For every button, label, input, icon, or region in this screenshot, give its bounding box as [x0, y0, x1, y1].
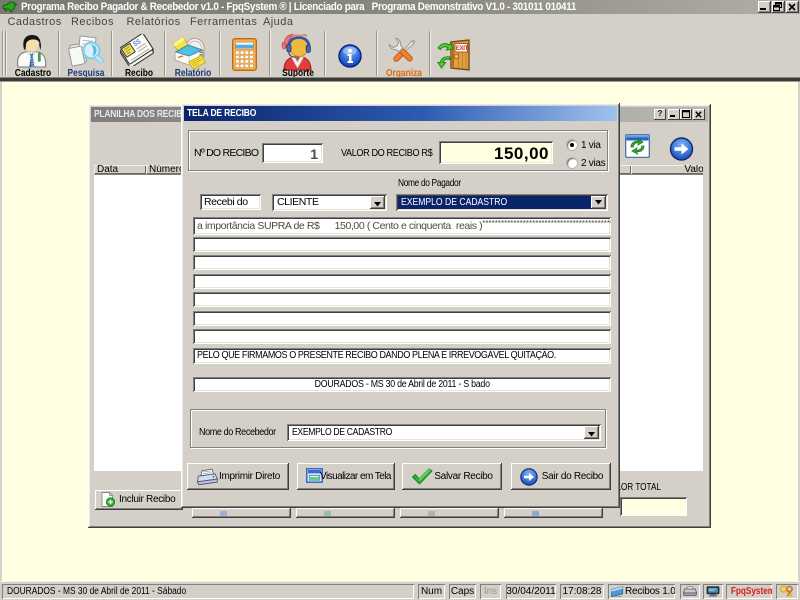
svg-text:EXIT: EXIT [456, 45, 469, 52]
